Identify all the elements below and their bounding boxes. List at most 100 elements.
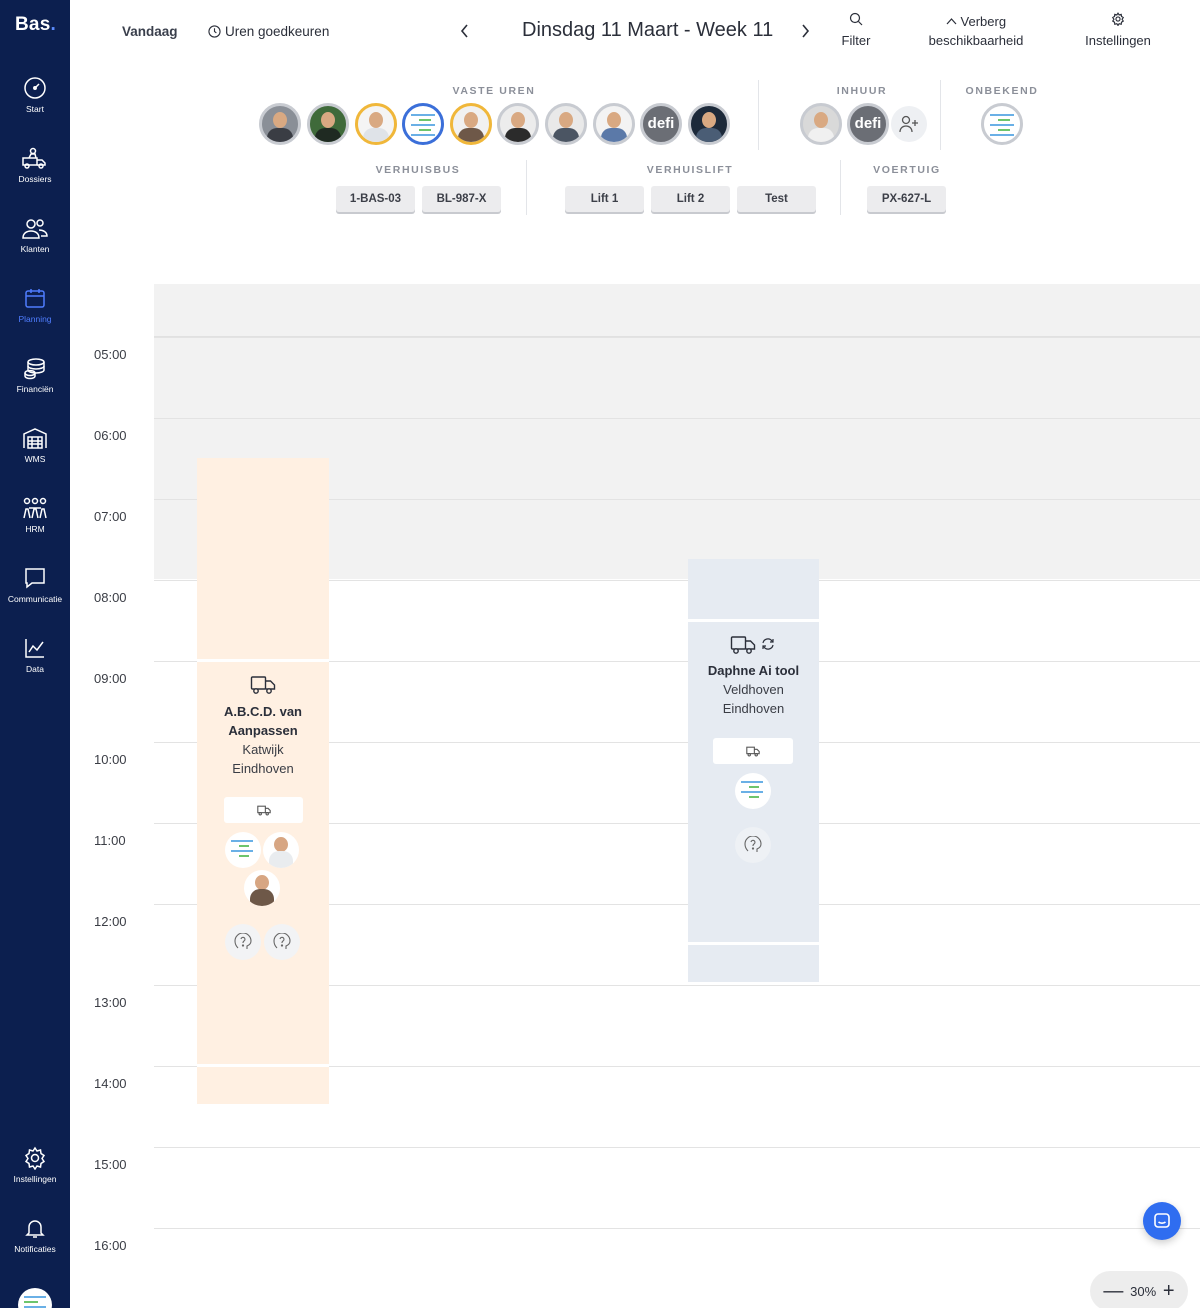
chevron-left-icon (460, 24, 468, 38)
all-day-row[interactable] (154, 284, 1200, 337)
sidebar-item-label: Dossiers (18, 174, 52, 184)
employee-avatar[interactable] (497, 103, 539, 145)
zoom-in-button[interactable]: + (1163, 1281, 1175, 1301)
zoom-level: 30% (1130, 1283, 1157, 1299)
sidebar-item-label: Klanten (20, 244, 50, 254)
bus-chip[interactable]: 1-BAS-03 (336, 186, 415, 212)
sidebar: Bas. Start Dossiers Klanten Planning Fin… (0, 0, 70, 1308)
support-chat-button[interactable] (1143, 1202, 1181, 1240)
truck-icon (250, 676, 276, 694)
unknown-label: ONBEKEND (965, 85, 1039, 97)
unassigned-slot[interactable] (225, 924, 261, 960)
bus-label: VERHUISBUS (375, 164, 461, 176)
zoom-out-button[interactable]: — (1103, 1281, 1123, 1301)
vehicle-label: VOERTUIG (873, 164, 941, 176)
hour-gridline (154, 337, 1200, 338)
approve-hours-label: Uren goedkeuren (225, 24, 330, 39)
sidebar-item-notificaties[interactable]: Notificaties (0, 1216, 70, 1276)
sidebar-item-wms[interactable]: WMS (0, 426, 70, 486)
add-user-button[interactable] (891, 106, 927, 142)
users-icon (22, 219, 48, 239)
event-vehicle-chip[interactable] (224, 797, 303, 823)
sidebar-item-klanten[interactable]: Klanten (0, 216, 70, 276)
hour-label: 07:00 (94, 509, 127, 524)
event-title: A.B.C.D. van (223, 704, 302, 719)
people-group-icon (23, 497, 47, 519)
prev-day-button[interactable] (458, 22, 472, 43)
sidebar-item-data[interactable]: Data (0, 636, 70, 696)
current-date-title: Dinsdag 11 Maart - Week 11 (522, 19, 774, 41)
filter-label: Filter (841, 33, 871, 48)
calendar-event[interactable]: Daphne Ai tool Veldhoven Eindhoven (688, 559, 819, 982)
repeat-icon (762, 638, 774, 650)
hour-label: 11:00 (94, 833, 126, 848)
unknown-person-icon (273, 933, 291, 949)
chevron-right-icon (802, 24, 810, 38)
unknown-avatar[interactable] (981, 103, 1023, 145)
hour-label: 06:00 (94, 428, 127, 443)
next-day-button[interactable] (798, 22, 812, 43)
defi-avatar[interactable]: defi (847, 103, 889, 145)
employee-avatar[interactable] (450, 103, 492, 145)
sidebar-item-financien[interactable]: Financiën (0, 356, 70, 416)
defi-avatar[interactable]: defi (640, 103, 682, 145)
topbar: Vandaag Uren goedkeuren Dinsdag 11 Maart… (70, 0, 1200, 70)
event-origin: Katwijk (242, 742, 284, 757)
search-icon (849, 12, 863, 26)
sidebar-item-hrm[interactable]: HRM (0, 496, 70, 556)
chat-icon (1154, 1213, 1170, 1228)
sidebar-item-label: WMS (24, 454, 46, 464)
unassigned-slot[interactable] (264, 924, 300, 960)
sidebar-item-start[interactable]: Start (0, 76, 70, 136)
sidebar-item-instellingen[interactable]: Instellingen (0, 1146, 70, 1206)
employee-avatar[interactable] (688, 103, 730, 145)
calendar-icon (25, 289, 45, 308)
event-destination: Eindhoven (722, 701, 785, 716)
app-logo[interactable]: Bas. (15, 14, 56, 36)
employee-avatar[interactable] (545, 103, 587, 145)
employee-avatar[interactable] (593, 103, 635, 145)
vehicle-chip[interactable]: PX-627-L (867, 186, 946, 212)
employee-avatar[interactable] (402, 103, 444, 145)
lift-chip[interactable]: Lift 2 (651, 186, 730, 212)
lift-chip[interactable]: Lift 1 (565, 186, 644, 212)
bell-icon (25, 1220, 45, 1238)
settings-button[interactable]: Instellingen (1078, 12, 1158, 50)
calendar-event[interactable]: A.B.C.D. van Aanpassen Katwijk Eindhoven (197, 458, 329, 1104)
hour-label: 14:00 (94, 1076, 127, 1091)
lift-chip[interactable]: Test (737, 186, 816, 212)
hour-label: 08:00 (94, 590, 127, 605)
approve-hours-button[interactable]: Uren goedkeuren (208, 24, 329, 39)
event-vehicle-chip[interactable] (713, 738, 793, 764)
employee-avatar[interactable] (355, 103, 397, 145)
chart-line-icon (25, 639, 44, 658)
hire-avatar[interactable] (800, 103, 842, 145)
employee-avatar[interactable] (307, 103, 349, 145)
warehouse-icon (23, 428, 47, 449)
filter-button[interactable]: Filter (836, 12, 876, 50)
bus-chip[interactable]: BL-987-X (422, 186, 501, 212)
today-button[interactable]: Vandaag (122, 24, 178, 39)
event-destination: Eindhoven (232, 761, 294, 776)
hide-availability-button[interactable]: Verberg beschikbaarheid (920, 12, 1032, 50)
sidebar-item-planning[interactable]: Planning (0, 286, 70, 346)
event-title: Aanpassen (228, 723, 298, 738)
truck-icon (730, 636, 756, 654)
event-assignee-avatar[interactable] (225, 832, 261, 868)
unassigned-slot[interactable] (735, 827, 771, 863)
event-assignee-avatar[interactable] (735, 773, 771, 809)
sidebar-item-label: Financiën (16, 384, 54, 394)
event-assignee-avatar[interactable] (263, 832, 299, 868)
user-avatar[interactable] (18, 1288, 52, 1308)
employee-avatar[interactable] (259, 103, 301, 145)
event-origin: Veldhoven (723, 682, 784, 697)
sidebar-item-dossiers[interactable]: Dossiers (0, 146, 70, 206)
hour-label: 16:00 (94, 1238, 127, 1253)
sidebar-item-label: Instellingen (13, 1174, 57, 1184)
truck-icon (256, 805, 271, 815)
sidebar-item-communicatie[interactable]: Communicatie (0, 566, 70, 626)
hour-label: 12:00 (94, 914, 127, 929)
divider (526, 160, 527, 215)
event-assignee-avatar[interactable] (244, 870, 280, 906)
hour-label: 13:00 (94, 995, 127, 1010)
